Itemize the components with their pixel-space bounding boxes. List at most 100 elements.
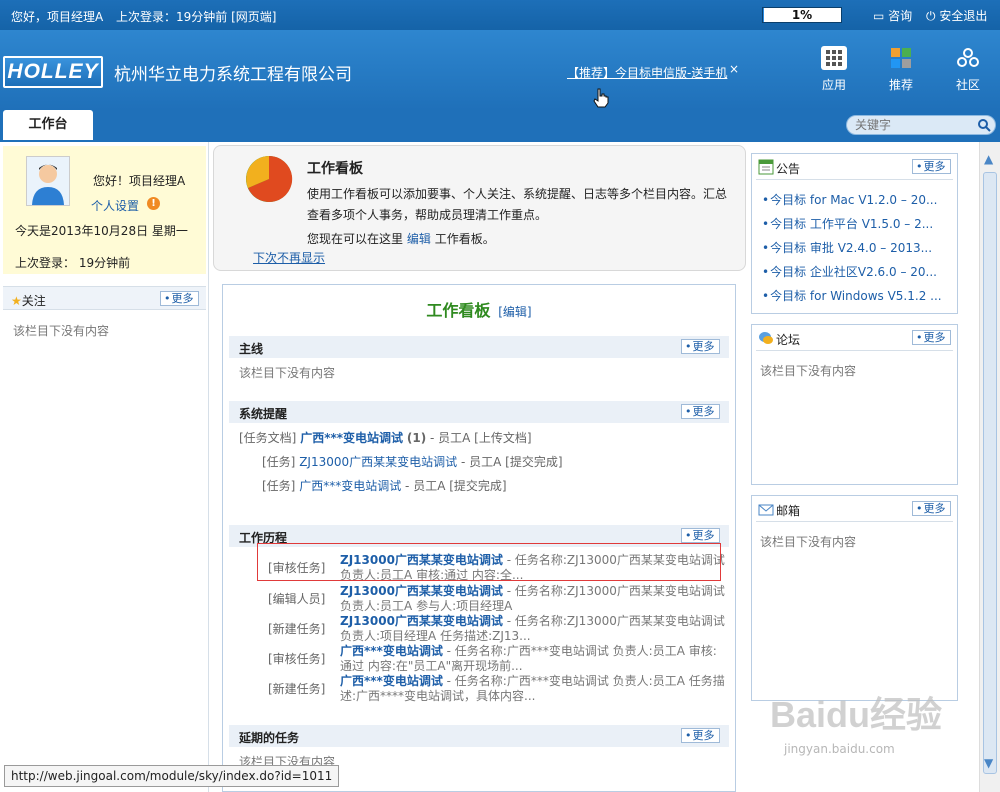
- section-main-empty: 该栏目下没有内容: [239, 366, 336, 380]
- apps-button[interactable]: 应用: [809, 46, 859, 93]
- divider: [756, 179, 953, 180]
- board-edit-link[interactable]: [编辑]: [498, 305, 531, 319]
- notice-item[interactable]: 今目标 工作平台 V1.5.0 – 2...: [762, 215, 933, 232]
- section-main-header: 主线 更多: [229, 336, 729, 358]
- apps-label: 应用: [821, 78, 846, 92]
- community-button[interactable]: 社区: [943, 46, 993, 93]
- hand-cursor-icon: [593, 88, 609, 108]
- promo-close-icon[interactable]: ×: [729, 62, 739, 76]
- today-date: 今天是2013年10月28日 星期一: [15, 224, 188, 238]
- hint-title: 工作看板: [307, 161, 363, 177]
- hint-edit-link[interactable]: 编辑: [407, 232, 431, 246]
- history-link[interactable]: 广西***变电站调试: [340, 674, 443, 688]
- reminder-item: [任务] 广西***变电站调试 - 员工A [提交完成]: [262, 479, 507, 493]
- divider: [756, 350, 953, 351]
- community-label: 社区: [955, 78, 980, 92]
- forum-empty-text: 该栏目下没有内容: [760, 364, 857, 378]
- logout-link[interactable]: ⏻ 安全退出: [926, 7, 987, 24]
- forum-panel: 论坛 更多 该栏目下没有内容: [751, 324, 958, 485]
- hint-description: 使用工作看板可以添加要事、个人关注、系统提醒、日志等多个栏目内容。汇总查看多项个…: [307, 187, 728, 222]
- tab-row: 工作台: [0, 110, 1000, 140]
- highlight-box: [257, 543, 721, 581]
- notice-item[interactable]: 今目标 for Windows V5.1.2 ...: [762, 287, 942, 304]
- apps-grid-icon: [821, 46, 847, 70]
- company-logo: HOLLEY: [3, 56, 103, 88]
- watermark-logo: Baidu经验: [770, 694, 943, 735]
- vertical-scrollbar[interactable]: ▲ ▼: [979, 142, 1000, 792]
- section-main-more-button[interactable]: 更多: [681, 339, 720, 354]
- star-icon: ★: [11, 294, 22, 308]
- history-item: [审核任务] 广西***变电站调试 - 任务名称:广西***变电站调试 负责人:…: [268, 644, 717, 673]
- section-overdue-more-button[interactable]: 更多: [681, 728, 720, 743]
- history-link[interactable]: 广西***变电站调试: [340, 644, 443, 658]
- search-box[interactable]: [846, 115, 996, 135]
- hint-edit-suffix: 工作看板。: [434, 232, 495, 246]
- notice-panel: 公告 更多 今目标 for Mac V1.2.0 – 20... 今目标 工作平…: [751, 153, 958, 314]
- notice-item[interactable]: 今目标 for Mac V1.2.0 – 20...: [762, 191, 937, 208]
- search-icon[interactable]: [977, 118, 991, 132]
- notice-title: 公告: [776, 162, 801, 176]
- history-item: [新建任务] ZJ13000广西某某变电站调试 - 任务名称:ZJ13000广西…: [268, 614, 725, 643]
- tab-workbench[interactable]: 工作台: [3, 110, 93, 140]
- top-bar: 您好，项目经理A 上次登录：19分钟前 [网页端] 1% ▭ 咨询 ⏻ 安全退出: [0, 0, 1000, 30]
- forum-title: 论坛: [776, 333, 801, 347]
- info-icon[interactable]: !: [147, 197, 160, 210]
- notice-more-button[interactable]: 更多: [912, 159, 951, 174]
- forum-more-button[interactable]: 更多: [912, 330, 951, 345]
- recommend-icon: [888, 46, 914, 70]
- reminder-link[interactable]: 广西***变电站调试: [299, 479, 401, 493]
- power-icon: ⏻: [926, 9, 936, 23]
- logout-label: 安全退出: [939, 9, 988, 23]
- hello-text: 您好！项目经理A: [93, 174, 186, 188]
- history-link[interactable]: ZJ13000广西某某变电站调试: [340, 614, 503, 628]
- community-icon: [955, 46, 981, 70]
- recommend-label: 推荐: [888, 78, 913, 92]
- storage-progress-bar: 1%: [762, 7, 842, 23]
- profile-last-login: 上次登录： 19分钟前: [15, 256, 131, 270]
- section-history-more-button[interactable]: 更多: [681, 528, 720, 543]
- scroll-down-icon[interactable]: ▼: [984, 756, 993, 770]
- follow-more-button[interactable]: 更多: [160, 291, 199, 306]
- reminder-link[interactable]: 广西***变电站调试: [300, 431, 403, 445]
- notice-icon: [758, 159, 774, 175]
- board-hint-card: 工作看板 使用工作看板可以添加要事、个人关注、系统提醒、日志等多个栏目内容。汇总…: [213, 145, 746, 271]
- mail-more-button[interactable]: 更多: [912, 501, 951, 516]
- scrollbar-thumb[interactable]: [983, 172, 997, 774]
- watermark-url: jingyan.baidu.com: [784, 742, 895, 756]
- pie-chart-icon: [246, 155, 293, 202]
- hint-edit-line: 您现在可以在这里 编辑 工作看板。: [307, 230, 495, 247]
- search-input[interactable]: [855, 118, 975, 132]
- company-name: 杭州华立电力系统工程有限公司: [114, 65, 352, 85]
- consult-link[interactable]: ▭ 咨询: [873, 7, 912, 24]
- notice-header: 公告 更多: [752, 154, 957, 180]
- left-sidebar: 您好！项目经理A 个人设置 ! 今天是2013年10月28日 星期一 上次登录：…: [0, 142, 209, 792]
- history-link[interactable]: ZJ13000广西某某变电站调试: [340, 584, 503, 598]
- profile-card: 您好！项目经理A 个人设置 ! 今天是2013年10月28日 星期一 上次登录：…: [3, 146, 206, 274]
- dont-show-again-link[interactable]: 下次不再显示: [253, 249, 325, 266]
- section-overdue-title: 延期的任务: [239, 731, 300, 745]
- section-overdue-header: 延期的任务 更多: [229, 725, 729, 747]
- mail-empty-text: 该栏目下没有内容: [760, 535, 857, 549]
- forum-header: 论坛 更多: [752, 325, 957, 351]
- section-reminders-more-button[interactable]: 更多: [681, 404, 720, 419]
- avatar: [26, 156, 70, 206]
- promo-link[interactable]: 【推荐】今目标申信版-送手机: [567, 64, 727, 81]
- reminder-link[interactable]: ZJ13000广西某某变电站调试: [299, 455, 457, 469]
- follow-header: ★关注 更多: [3, 286, 206, 310]
- follow-empty-text: 该栏目下没有内容: [13, 324, 110, 338]
- mail-title: 邮箱: [776, 504, 801, 518]
- notice-item[interactable]: 今目标 审批 V2.4.0 – 2013...: [762, 239, 932, 256]
- progress-text: 1%: [791, 8, 813, 22]
- status-bar-url: http://web.jingoal.com/module/sky/index.…: [4, 765, 340, 787]
- notice-item[interactable]: 今目标 企业社区V2.6.0 – 20...: [762, 263, 937, 280]
- mail-icon: [758, 504, 774, 516]
- board-title: 工作看板 [编辑]: [223, 297, 735, 321]
- greeting-text: 您好，项目经理A: [11, 10, 104, 24]
- recommend-button[interactable]: 推荐: [876, 46, 926, 93]
- scroll-up-icon[interactable]: ▲: [984, 152, 993, 166]
- hint-edit-prefix: 您现在可以在这里: [307, 232, 404, 246]
- mail-header: 邮箱 更多: [752, 496, 957, 522]
- section-main-title: 主线: [239, 342, 264, 356]
- personal-settings-link[interactable]: 个人设置: [91, 197, 139, 214]
- mail-panel: 邮箱 更多 该栏目下没有内容: [751, 495, 958, 701]
